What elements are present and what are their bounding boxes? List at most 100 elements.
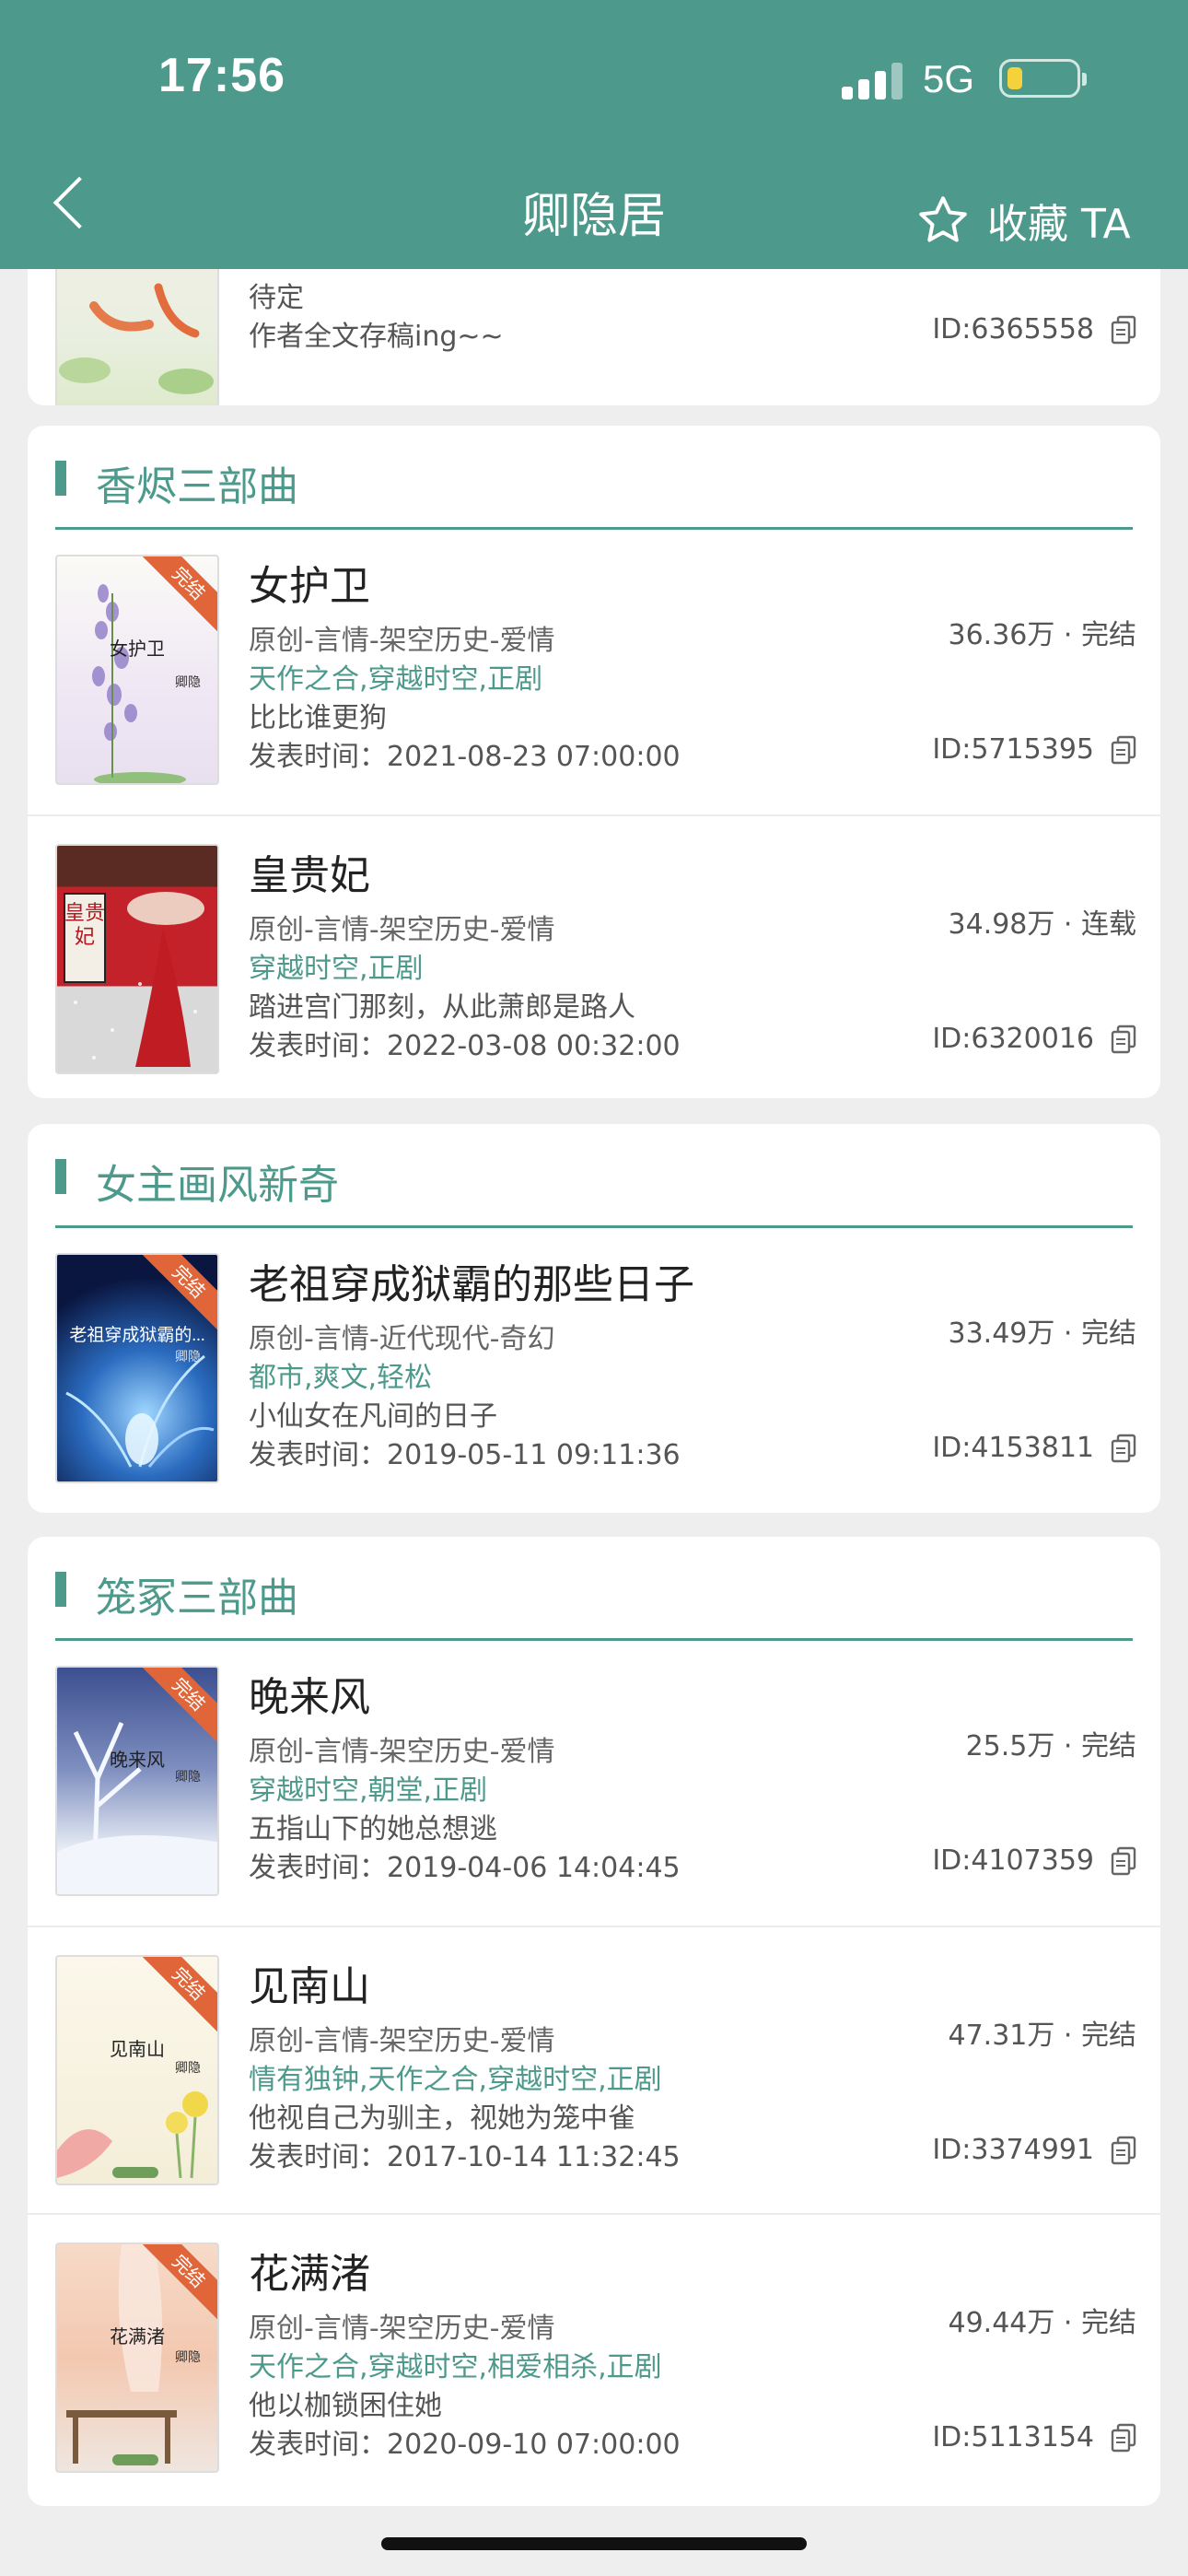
book-item[interactable]: 晚来风 卿隐 完结 晚来风 原创-言情-架空历史-爱情 穿越时空,朝堂,正剧 五…	[28, 1638, 1160, 1926]
book-cover: 女护卫 卿隐 完结	[55, 555, 219, 785]
copy-icon[interactable]	[1111, 315, 1136, 345]
book-item[interactable]: 皇贵妃 皇贵妃 原创-言情-架空历史-爱情 穿越时空,正剧 踏进宫门那刻，从此萧…	[28, 814, 1160, 1098]
book-id-text: ID:6320016	[932, 1023, 1094, 1055]
battery-icon	[999, 59, 1087, 98]
section-card: 香烬三部曲 女护卫 卿隐 完结 女护卫 原创-言情-架空历史-爱情 天作之合,穿…	[28, 426, 1160, 1098]
book-id-text: ID:6365558	[932, 313, 1094, 345]
book-category: 原创-言情-架空历史-爱情	[249, 2313, 555, 2345]
book-id-text: ID:3374991	[932, 2134, 1094, 2166]
book-id[interactable]: ID:5113154	[932, 2421, 1136, 2453]
section-marker	[55, 1572, 66, 1607]
book-tags: 天作之合,穿越时空,正剧	[249, 663, 543, 696]
book-id-text: ID:5715395	[932, 733, 1094, 766]
section-title: 香烬三部曲	[96, 463, 298, 510]
book-date: 发表时间：2022-03-08 00:32:00	[249, 1030, 681, 1062]
book-stat: 47.31万 · 完结	[948, 2020, 1137, 2052]
book-desc: 五指山下的她总想逃	[249, 1813, 497, 1845]
book-date: 发表时间：2019-05-11 09:11:36	[249, 1439, 681, 1471]
book-desc: 比比谁更狗	[249, 702, 387, 734]
section-card: 笼冢三部曲 晚来风 卿隐 完结 晚来风 原创-言情-架空历史-爱情 穿越时空,朝…	[28, 1537, 1160, 2506]
section-card: 女主画风新奇 老祖穿成狱霸的... 卿隐 完结 老祖穿成狱霸的那些日子 原创-言…	[28, 1124, 1160, 1513]
cover-title: 皇贵妃	[64, 901, 106, 948]
book-note: 作者全文存稿ing~~	[249, 321, 504, 353]
book-date: 发表时间：2017-10-14 11:32:45	[249, 2141, 681, 2173]
cover-author: 卿隐	[175, 1770, 201, 1785]
book-id[interactable]: ID:4153811	[932, 1432, 1136, 1464]
copy-icon[interactable]	[1111, 735, 1136, 765]
book-item[interactable]: 花满渚 卿隐 完结 花满渚 原创-言情-架空历史-爱情 天作之合,穿越时空,相爱…	[28, 2213, 1160, 2502]
book-tags: 穿越时空,朝堂,正剧	[249, 1774, 488, 1807]
top-bar: 17:56 5G 卿隐居 收藏 TA	[0, 0, 1188, 269]
book-category: 原创-言情-架空历史-爱情	[249, 914, 555, 946]
cover-title: 女护卫	[110, 639, 165, 660]
book-tags: 天作之合,穿越时空,相爱相杀,正剧	[249, 2351, 662, 2383]
book-id-text: ID:5113154	[932, 2421, 1094, 2453]
copy-icon[interactable]	[1111, 1025, 1136, 1054]
cover-author: 卿隐	[175, 2350, 201, 2365]
copy-icon[interactable]	[1111, 1434, 1136, 1463]
book-desc: 他视自己为驯主，视她为笼中雀	[249, 2102, 635, 2135]
cover-title: 花满渚	[110, 2327, 165, 2348]
book-item[interactable]: 见南山 卿隐 完结 见南山 原创-言情-架空历史-爱情 情有独钟,天作之合,穿越…	[28, 1926, 1160, 2215]
book-id[interactable]: ID:4107359	[932, 1844, 1136, 1877]
book-desc: 小仙女在凡间的日子	[249, 1400, 497, 1433]
book-id[interactable]: ID:6320016	[932, 1023, 1136, 1055]
status-time: 17:56	[158, 49, 285, 102]
book-desc: 待定	[249, 282, 304, 314]
section-header: 香烬三部曲	[55, 426, 1133, 530]
book-id-text: ID:4153811	[932, 1432, 1094, 1464]
cover-title: 老祖穿成狱霸的...	[69, 1326, 205, 1345]
cover-title: 见南山	[110, 2040, 165, 2060]
copy-icon[interactable]	[1111, 1846, 1136, 1876]
book-date: 发表时间：2020-09-10 07:00:00	[249, 2429, 681, 2461]
book-date: 发表时间：2021-08-23 07:00:00	[249, 741, 681, 773]
book-cover: 见南山 卿隐 完结	[55, 1955, 219, 2185]
book-category: 原创-言情-架空历史-爱情	[249, 625, 555, 657]
favorite-label: 收藏 TA	[987, 201, 1131, 248]
star-icon	[919, 196, 967, 242]
section-title: 女主画风新奇	[96, 1162, 339, 1209]
home-indicator[interactable]	[381, 2537, 807, 2550]
book-item[interactable]: 女护卫 卿隐 完结 女护卫 原创-言情-架空历史-爱情 天作之合,穿越时空,正剧…	[28, 527, 1160, 814]
book-cover: 老祖穿成狱霸的... 卿隐 完结	[55, 1253, 219, 1483]
copy-icon[interactable]	[1111, 2136, 1136, 2165]
book-stat: 25.5万 · 完结	[965, 1730, 1136, 1762]
book-tags: 穿越时空,正剧	[249, 953, 424, 985]
cover-seal	[112, 2454, 158, 2465]
book-title: 老祖穿成狱霸的那些日子	[249, 1261, 694, 1308]
favorite-button[interactable]: 收藏 TA	[915, 188, 1131, 252]
book-cover: 皇贵妃	[55, 844, 219, 1074]
book-item[interactable]: 老祖穿成狱霸的... 卿隐 完结 老祖穿成狱霸的那些日子 原创-言情-近代现代-…	[28, 1225, 1160, 1513]
network-label: 5G	[923, 57, 975, 100]
section-header: 女主画风新奇	[55, 1124, 1133, 1228]
book-category: 原创-言情-架空历史-爱情	[249, 1736, 555, 1768]
book-id[interactable]: ID:6365558	[932, 313, 1136, 345]
signal-icon	[842, 61, 903, 100]
book-id-text: ID:4107359	[932, 1844, 1094, 1877]
cover-author: 卿隐	[175, 1350, 201, 1364]
book-date: 发表时间：2019-04-06 14:04:45	[249, 1852, 681, 1884]
copy-icon[interactable]	[1111, 2423, 1136, 2453]
book-desc: 他以枷锁困住她	[249, 2390, 442, 2422]
book-cover: 花满渚 卿隐 完结	[55, 2242, 219, 2473]
book-title: 花满渚	[249, 2251, 370, 2298]
section-marker	[55, 1159, 66, 1194]
cover-author: 卿隐	[175, 675, 201, 690]
book-stat: 33.49万 · 完结	[948, 1317, 1137, 1350]
book-title: 晚来风	[249, 1674, 370, 1721]
book-id[interactable]: ID:5715395	[932, 733, 1136, 766]
book-category: 原创-言情-架空历史-爱情	[249, 2025, 555, 2057]
book-stat: 49.44万 · 完结	[948, 2307, 1137, 2339]
book-desc: 踏进宫门那刻，从此萧郎是路人	[249, 991, 635, 1024]
section-title: 笼冢三部曲	[96, 1575, 298, 1622]
book-title: 皇贵妃	[249, 852, 370, 899]
section-header: 笼冢三部曲	[55, 1537, 1133, 1641]
book-tags: 都市,爽文,轻松	[249, 1362, 433, 1394]
book-id[interactable]: ID:3374991	[932, 2134, 1136, 2166]
cover-author: 卿隐	[175, 2061, 201, 2076]
book-stat: 34.98万 · 连载	[948, 908, 1137, 941]
cover-seal	[112, 2167, 158, 2178]
book-cover: 晚来风 卿隐 完结	[55, 1666, 219, 1896]
book-tags: 情有独钟,天作之合,穿越时空,正剧	[249, 2064, 662, 2096]
book-stat: 36.36万 · 完结	[948, 619, 1137, 651]
